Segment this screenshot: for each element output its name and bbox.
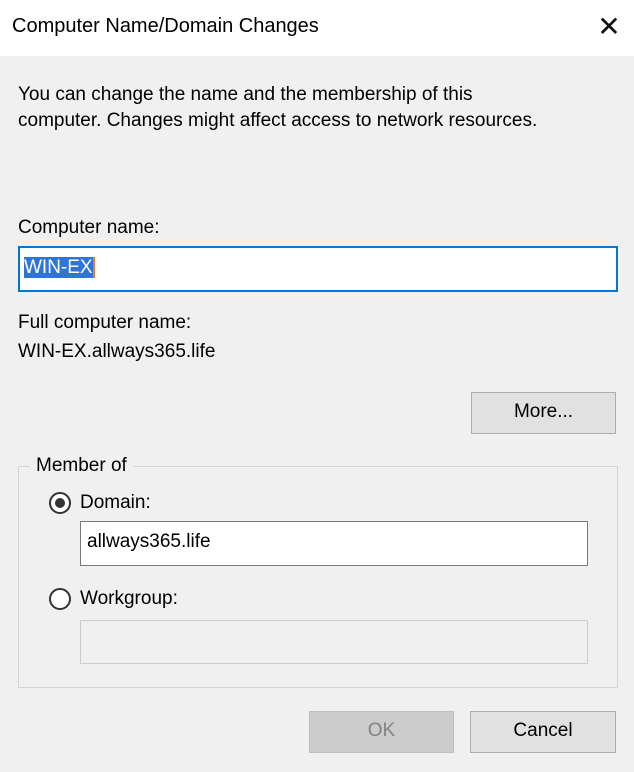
computer-name-value: WIN-EX [24, 257, 95, 278]
window-title: Computer Name/Domain Changes [12, 15, 319, 37]
computer-name-input[interactable]: WIN-EX [18, 246, 618, 292]
domain-radio[interactable] [49, 492, 71, 514]
full-name-value: WIN-EX.allways365.life [18, 341, 216, 362]
domain-input[interactable]: allways365.life [80, 521, 588, 566]
member-of-legend: Member of [30, 455, 133, 477]
domain-label: Domain: [80, 492, 151, 513]
workgroup-label: Workgroup: [80, 588, 178, 609]
cancel-button[interactable]: Cancel [470, 711, 616, 753]
workgroup-input[interactable] [80, 620, 588, 664]
workgroup-radio[interactable] [49, 588, 71, 610]
ok-button[interactable]: OK [309, 711, 454, 753]
full-name-label: Full computer name: [18, 312, 192, 333]
description-line-2: computer. Changes might affect access to… [18, 110, 538, 131]
more-button[interactable]: More... [471, 392, 616, 434]
computer-name-label: Computer name: [18, 217, 160, 238]
description-line-1: You can change the name and the membersh… [18, 84, 473, 105]
close-icon[interactable]: ✕ [592, 8, 626, 46]
